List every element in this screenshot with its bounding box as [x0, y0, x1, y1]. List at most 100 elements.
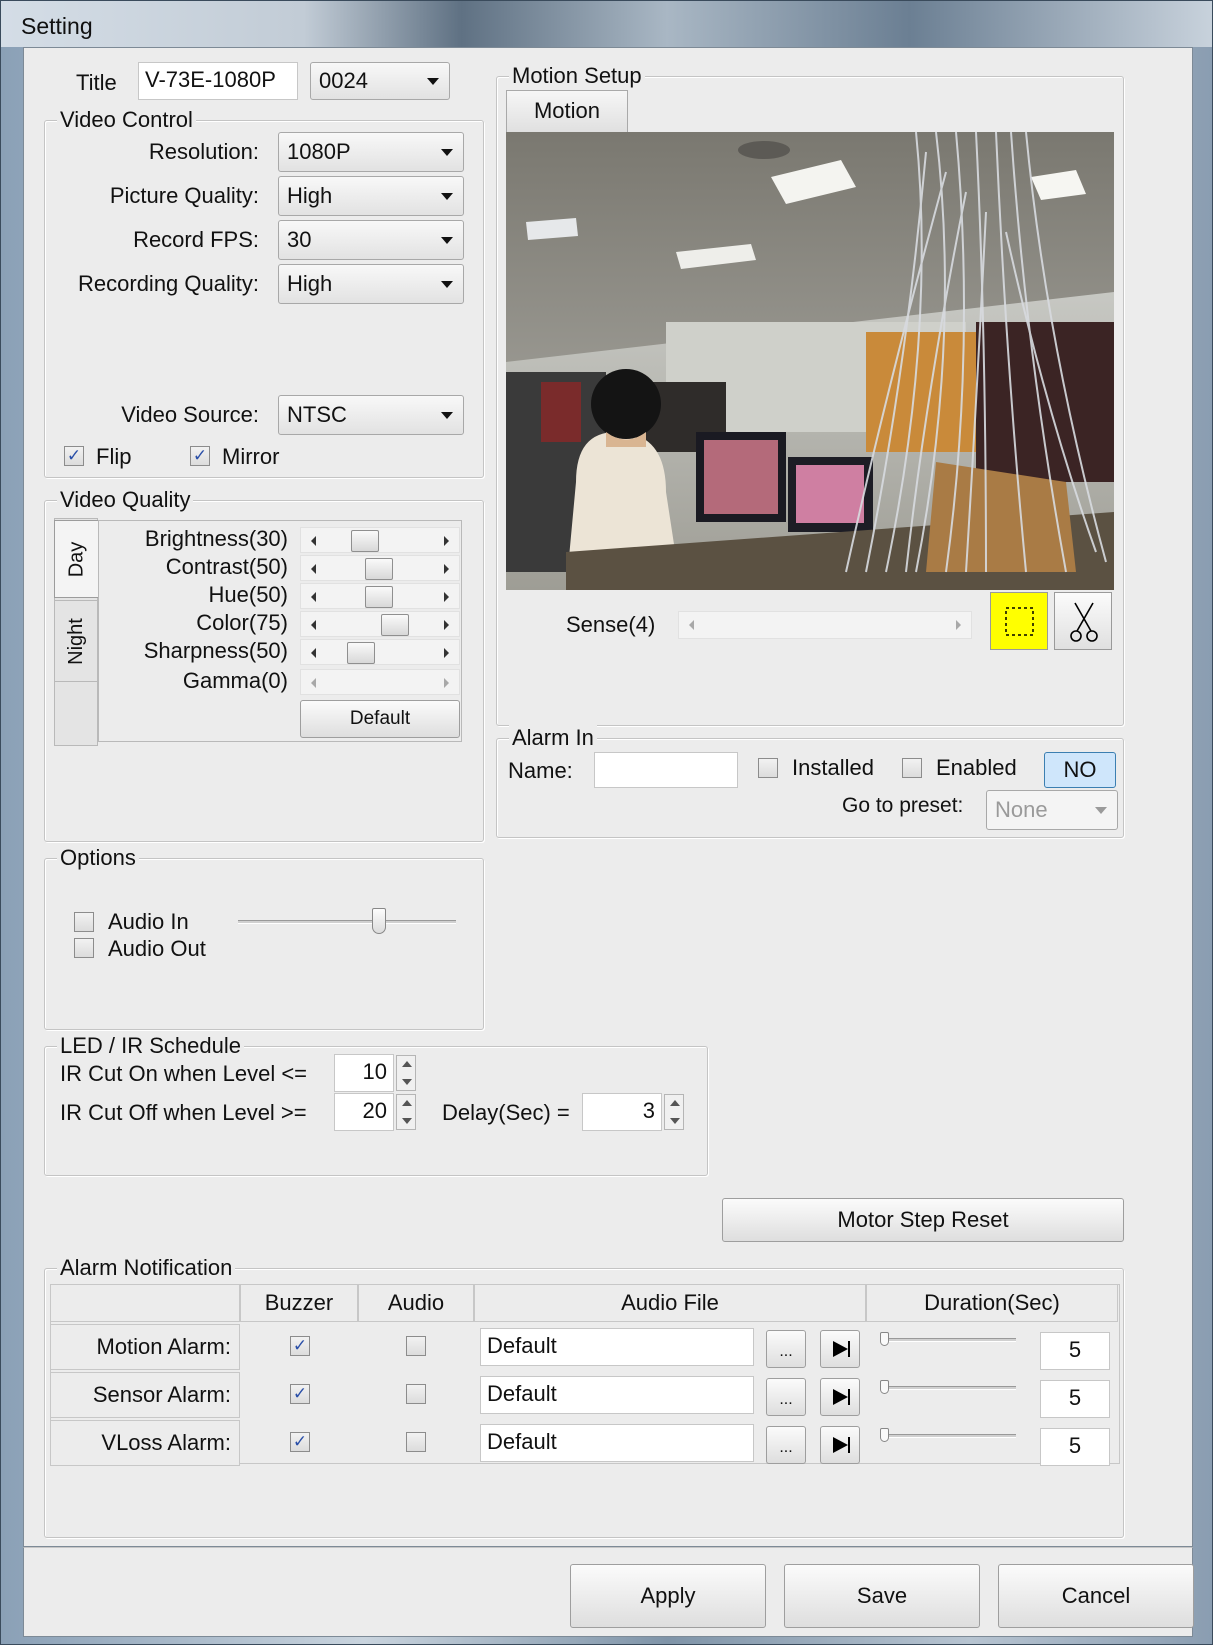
chevron-down-icon: [441, 149, 453, 156]
clear-region-button[interactable]: [1054, 592, 1112, 650]
contrast-thumb[interactable]: [365, 558, 393, 580]
motion-play-button[interactable]: [820, 1330, 860, 1368]
video-source-select-value: NTSC: [287, 402, 347, 427]
audio-in-checkbox[interactable]: [74, 912, 94, 932]
ir-cut-on-input[interactable]: 10: [334, 1054, 394, 1092]
color-thumb[interactable]: [381, 614, 409, 636]
vloss-audio-checkbox[interactable]: [406, 1432, 426, 1452]
picture-quality-select[interactable]: High: [278, 176, 464, 216]
color-label: Color(75): [196, 610, 288, 635]
arrow-left-icon: [689, 620, 694, 630]
resolution-select[interactable]: 1080P: [278, 132, 464, 172]
ir-cut-off-input[interactable]: 20: [334, 1093, 394, 1131]
sharpness-slider[interactable]: [300, 639, 460, 665]
sensor-play-button[interactable]: [820, 1378, 860, 1416]
arrow-left-icon: [311, 592, 316, 602]
title-bar[interactable]: Setting: [1, 1, 1212, 47]
tab-motion[interactable]: Motion: [506, 90, 628, 132]
enabled-label: Enabled: [936, 755, 1017, 780]
sensor-duration-knob[interactable]: [880, 1380, 889, 1394]
motion-audio-file-input[interactable]: Default: [480, 1328, 754, 1366]
motion-browse-button[interactable]: ...: [766, 1330, 806, 1368]
installed-checkbox[interactable]: [758, 758, 778, 778]
ir-cut-on-spinner[interactable]: [396, 1055, 416, 1091]
settings-window: Setting Title V-73E-1080P 0024 Video Con…: [0, 0, 1213, 1645]
mirror-checkbox[interactable]: ✓: [190, 446, 210, 466]
contrast-slider[interactable]: [300, 555, 460, 581]
apply-button[interactable]: Apply: [570, 1564, 766, 1628]
sensor-buzzer-checkbox[interactable]: ✓: [290, 1384, 310, 1404]
picture-quality-label: Picture Quality:: [109, 183, 259, 208]
camera-preview-image: [506, 132, 1114, 590]
camera-preview[interactable]: [506, 132, 1114, 590]
cancel-button[interactable]: Cancel: [998, 1564, 1194, 1628]
delay-spinner[interactable]: [664, 1094, 684, 1130]
motion-duration-knob[interactable]: [880, 1332, 889, 1346]
recording-quality-select[interactable]: High: [278, 264, 464, 304]
alarm-no-button[interactable]: NO: [1044, 752, 1116, 788]
motion-duration-slider[interactable]: [880, 1338, 1016, 1342]
audio-volume-knob[interactable]: [372, 908, 386, 934]
table-corner-cell: [50, 1284, 240, 1322]
sharpness-thumb[interactable]: [347, 642, 375, 664]
motion-duration-input[interactable]: 5: [1040, 1332, 1110, 1370]
vloss-duration-knob[interactable]: [880, 1428, 889, 1442]
default-button[interactable]: Default: [300, 700, 460, 738]
flip-checkbox[interactable]: ✓: [64, 446, 84, 466]
brightness-slider[interactable]: [300, 527, 460, 553]
delay-input[interactable]: 3: [582, 1093, 662, 1131]
sensor-duration-input[interactable]: 5: [1040, 1380, 1110, 1418]
brightness-thumb[interactable]: [351, 530, 379, 552]
installed-label: Installed: [792, 755, 874, 780]
motion-audio-checkbox[interactable]: [406, 1336, 426, 1356]
contrast-label: Contrast(50): [165, 554, 288, 579]
alarm-name-input[interactable]: [594, 752, 738, 788]
arrow-left-icon: [311, 620, 316, 630]
sensor-audio-file-input[interactable]: Default: [480, 1376, 754, 1414]
vloss-buzzer-checkbox[interactable]: ✓: [290, 1432, 310, 1452]
vloss-browse-button[interactable]: ...: [766, 1426, 806, 1464]
spin-up-icon: [402, 1100, 412, 1106]
save-button[interactable]: Save: [784, 1564, 980, 1628]
sense-label: Sense(4): [566, 612, 656, 637]
tab-night-label: Night: [64, 617, 87, 665]
ir-cut-off-spinner[interactable]: [396, 1094, 416, 1130]
vloss-play-button[interactable]: [820, 1426, 860, 1464]
motor-step-reset-button[interactable]: Motor Step Reset: [722, 1198, 1124, 1242]
audio-in-label: Audio In: [108, 909, 189, 934]
vloss-duration-slider[interactable]: [880, 1434, 1016, 1438]
sense-slider[interactable]: [678, 611, 972, 639]
record-fps-select[interactable]: 30: [278, 220, 464, 260]
sensor-audio-checkbox[interactable]: [406, 1384, 426, 1404]
hue-thumb[interactable]: [365, 586, 393, 608]
led-ir-label: LED / IR Schedule: [57, 1033, 244, 1059]
channel-select[interactable]: 0024: [310, 62, 450, 100]
vloss-audio-file-input[interactable]: Default: [480, 1424, 754, 1462]
chevron-down-icon: [441, 237, 453, 244]
spin-up-icon: [402, 1061, 412, 1067]
vloss-duration-input[interactable]: 5: [1040, 1428, 1110, 1466]
scissors-icon: [1070, 602, 1098, 642]
chevron-down-icon: [427, 78, 439, 85]
title-input[interactable]: V-73E-1080P: [138, 62, 298, 100]
enabled-checkbox[interactable]: [902, 758, 922, 778]
play-icon: [833, 1389, 850, 1405]
play-icon: [833, 1341, 850, 1357]
hue-slider[interactable]: [300, 583, 460, 609]
tab-day[interactable]: Day: [54, 520, 98, 598]
motion-buzzer-checkbox[interactable]: ✓: [290, 1336, 310, 1356]
tab-night[interactable]: Night: [54, 600, 98, 682]
audio-volume-slider[interactable]: [238, 920, 456, 924]
alarm-notification-label: Alarm Notification: [57, 1255, 236, 1281]
flip-label: Flip: [96, 444, 132, 469]
arrow-right-icon: [444, 620, 449, 630]
audio-out-checkbox[interactable]: [74, 938, 94, 958]
sensor-duration-slider[interactable]: [880, 1386, 1016, 1390]
record-fps-select-value: 30: [287, 227, 312, 252]
sensor-browse-button[interactable]: ...: [766, 1378, 806, 1416]
picture-quality-select-value: High: [287, 183, 333, 208]
gamma-label: Gamma(0): [182, 668, 288, 693]
video-source-select[interactable]: NTSC: [278, 395, 464, 435]
draw-region-button[interactable]: [990, 592, 1048, 650]
color-slider[interactable]: [300, 611, 460, 637]
